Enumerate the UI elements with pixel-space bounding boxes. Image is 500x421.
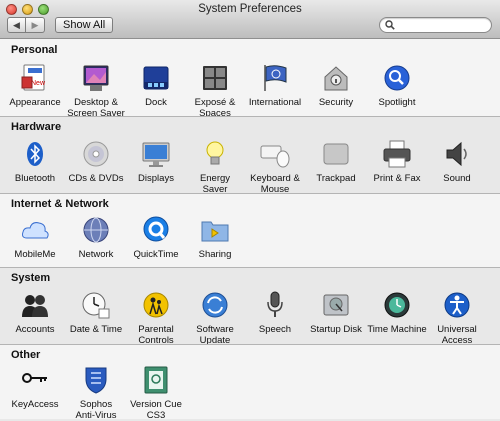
microphone-icon — [267, 291, 283, 317]
globe-icon — [83, 217, 109, 243]
flag-icon — [264, 65, 287, 91]
pane-version-cue-cs3[interactable]: Version Cue CS3 — [120, 364, 192, 421]
back-button[interactable]: ◀ — [7, 17, 26, 33]
section-internet-network: Internet & Network MobileMe Network Quic… — [0, 193, 500, 267]
software-update-icon — [202, 292, 228, 318]
section-title: Personal — [11, 44, 58, 56]
pane-universal-access[interactable]: Universal Access — [421, 289, 493, 346]
forward-button[interactable]: ▶ — [26, 17, 45, 33]
lightbulb-icon — [206, 141, 224, 165]
search-field[interactable] — [379, 17, 492, 33]
expose-spaces-icon — [203, 66, 227, 90]
show-all-button[interactable]: Show All — [55, 17, 114, 33]
pane-sharing[interactable]: Sharing — [179, 214, 251, 260]
pane-spotlight[interactable]: Spotlight — [361, 62, 433, 108]
speaker-icon — [446, 141, 467, 167]
keyboard-mouse-icon — [260, 145, 290, 168]
svg-text:New: New — [31, 80, 46, 87]
house-icon — [324, 66, 348, 91]
section-hardware: Hardware Bluetooth CDs & DVDs Displays E… — [0, 116, 500, 195]
section-title: Internet & Network — [11, 198, 109, 210]
trackpad-icon — [323, 143, 349, 165]
dock-icon — [143, 66, 169, 90]
folder-icon — [201, 221, 229, 242]
universal-access-icon — [444, 292, 470, 318]
nav-buttons: ◀ ▶ — [7, 17, 45, 33]
pane-label: Version Cue CS3 — [130, 399, 182, 421]
shield-icon — [85, 367, 107, 394]
pane-label: Spotlight — [378, 97, 416, 108]
disc-icon — [83, 141, 109, 167]
pane-label: Universal Access — [437, 324, 477, 346]
system-preferences-window: System Preferences ◀ ▶ Show All Personal… — [0, 0, 500, 421]
section-system: System Accounts Date & Time Parental Con… — [0, 267, 500, 346]
toolbar: System Preferences ◀ ▶ Show All — [0, 0, 500, 39]
hard-disk-icon — [323, 294, 349, 316]
section-title: Other — [11, 349, 41, 361]
version-cue-icon — [144, 366, 168, 394]
section-other: Other KeyAccess Sophos Anti-Virus Versio… — [0, 344, 500, 421]
pane-label: Sound — [443, 173, 471, 184]
section-personal: Personal New Appearance Desktop & Screen… — [0, 39, 500, 119]
desktop-icon — [83, 65, 109, 91]
section-title: Hardware — [11, 121, 62, 133]
quicktime-icon — [143, 216, 169, 242]
window-title: System Preferences — [198, 3, 302, 15]
printer-icon — [383, 140, 411, 168]
accounts-icon — [22, 295, 48, 317]
section-title: System — [11, 272, 51, 284]
key-icon — [22, 373, 47, 383]
search-icon — [385, 20, 395, 30]
pane-sound[interactable]: Sound — [421, 138, 493, 184]
time-machine-icon — [384, 292, 410, 318]
appearance-icon: New — [21, 64, 46, 91]
clock-icon — [82, 292, 110, 319]
pane-label: Sharing — [198, 249, 232, 260]
search-input[interactable] — [397, 18, 485, 32]
display-icon — [142, 142, 170, 167]
spotlight-icon — [384, 65, 410, 91]
parental-controls-icon — [143, 292, 169, 318]
cloud-icon — [22, 222, 49, 239]
bluetooth-icon — [27, 142, 43, 166]
